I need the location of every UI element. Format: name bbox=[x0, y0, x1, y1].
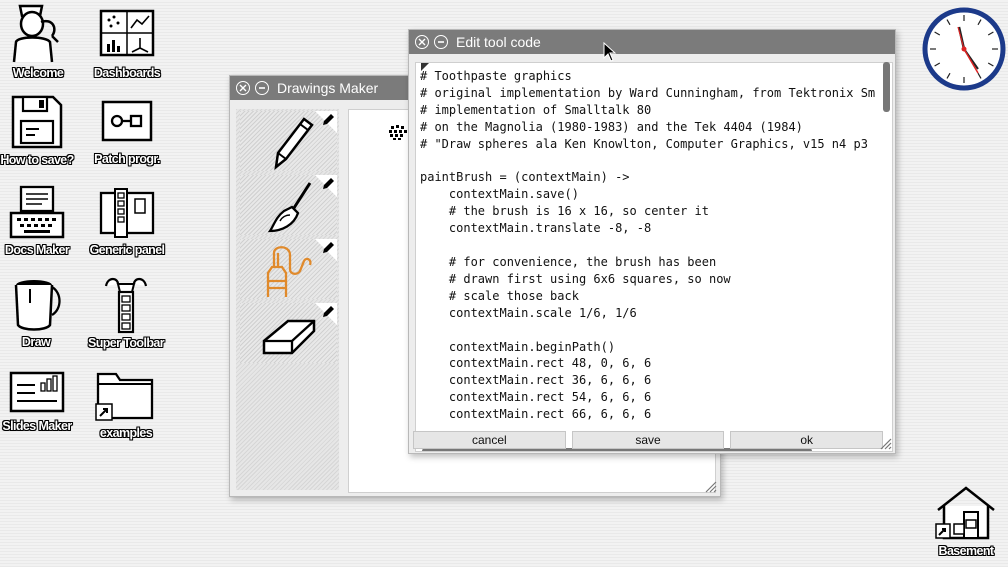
resize-handle-icon[interactable] bbox=[703, 479, 717, 493]
desktop-icon-label: Slides Maker bbox=[2, 419, 72, 433]
desktop-icon-label: Welcome bbox=[12, 66, 64, 80]
close-icon bbox=[239, 84, 247, 92]
code-text[interactable]: # Toothpaste graphics # original impleme… bbox=[420, 68, 875, 423]
desktop-icon-label: How to save? bbox=[0, 153, 74, 167]
patch-icon bbox=[101, 100, 153, 142]
folder-icon bbox=[95, 372, 154, 421]
minus-icon bbox=[438, 41, 444, 43]
dialog-buttons: cancel save ok bbox=[413, 431, 884, 449]
window-titlebar[interactable]: Edit tool code bbox=[409, 30, 895, 54]
house-icon bbox=[935, 486, 995, 540]
tool-toothpaste[interactable] bbox=[240, 239, 337, 299]
desktop-icon-label: Draw bbox=[21, 335, 51, 349]
cancel-button[interactable]: cancel bbox=[413, 431, 566, 449]
pencil-icon bbox=[274, 117, 314, 170]
resize-handle-icon[interactable] bbox=[878, 436, 892, 450]
desktop-icon-welcome[interactable]: Welcome bbox=[0, 2, 83, 82]
dashboard-icon bbox=[99, 9, 155, 57]
edit-pencil-icon[interactable] bbox=[320, 240, 336, 256]
tool-pencil[interactable] bbox=[240, 111, 337, 171]
vertical-scrollbar[interactable] bbox=[883, 62, 890, 112]
panel-icon bbox=[99, 188, 155, 238]
floppy-disk-icon bbox=[11, 95, 63, 149]
desktop-icon-examples[interactable]: examples bbox=[81, 368, 171, 442]
toothpaste-icon bbox=[266, 246, 312, 297]
desktop-icon-docs-maker[interactable]: Docs Maker bbox=[0, 185, 82, 259]
desktop-icon-label: Patch progr. bbox=[94, 152, 160, 166]
close-button[interactable] bbox=[236, 81, 250, 95]
desktop-icon-label: Dashboards bbox=[93, 66, 161, 80]
tool-brush[interactable] bbox=[240, 175, 337, 235]
slides-icon bbox=[9, 371, 65, 413]
desktop-icon-label: examples bbox=[99, 426, 153, 440]
edit-pencil-icon[interactable] bbox=[320, 304, 336, 320]
desktop-icon-slides-maker[interactable]: Slides Maker bbox=[0, 369, 82, 435]
paint-bucket-icon bbox=[14, 280, 61, 331]
code-editor[interactable]: # Toothpaste graphics # original impleme… bbox=[415, 62, 893, 452]
analog-clock bbox=[922, 7, 1006, 91]
save-button[interactable]: save bbox=[571, 431, 725, 449]
desktop-icon-dashboards[interactable]: Dashboards bbox=[82, 8, 172, 82]
edit-pencil-icon[interactable] bbox=[320, 176, 336, 192]
ok-button[interactable]: ok bbox=[730, 431, 884, 449]
desktop-icon-generic-panel[interactable]: Generic panel bbox=[82, 187, 172, 259]
collapse-button[interactable] bbox=[255, 81, 269, 95]
window-title: Drawings Maker bbox=[277, 80, 379, 96]
tool-eraser[interactable] bbox=[240, 303, 337, 363]
tool-palette bbox=[236, 109, 339, 490]
window-title: Edit tool code bbox=[456, 34, 541, 50]
toolbar-icon bbox=[104, 277, 148, 334]
desktop-icon-label: Super Toolbar bbox=[87, 336, 165, 350]
mouse-cursor-icon bbox=[603, 42, 617, 62]
desktop-icon-how-to-save[interactable]: How to save? bbox=[0, 93, 82, 169]
desktop-icon-label: Generic panel bbox=[89, 243, 165, 257]
close-icon bbox=[418, 38, 426, 46]
person-icon bbox=[12, 4, 59, 63]
eraser-icon bbox=[262, 319, 316, 355]
desktop-icon-basement[interactable]: Basement bbox=[921, 484, 1008, 560]
minus-icon bbox=[259, 87, 265, 89]
desktop-icon-label: Basement bbox=[938, 544, 995, 558]
collapse-button[interactable] bbox=[434, 35, 448, 49]
brush-icon bbox=[267, 182, 312, 233]
desktop-icon-draw[interactable]: Draw bbox=[0, 275, 81, 351]
desktop-icon-super-toolbar[interactable]: Super Toolbar bbox=[81, 274, 171, 352]
desktop-icon-label: Docs Maker bbox=[4, 243, 70, 257]
desktop-icon-patch[interactable]: Patch progr. bbox=[82, 98, 172, 168]
typewriter-icon bbox=[9, 185, 65, 239]
close-button[interactable] bbox=[415, 35, 429, 49]
edit-tool-code-window[interactable]: Edit tool code # Toothpaste graphics # o… bbox=[408, 29, 896, 454]
edit-pencil-icon[interactable] bbox=[320, 112, 336, 128]
